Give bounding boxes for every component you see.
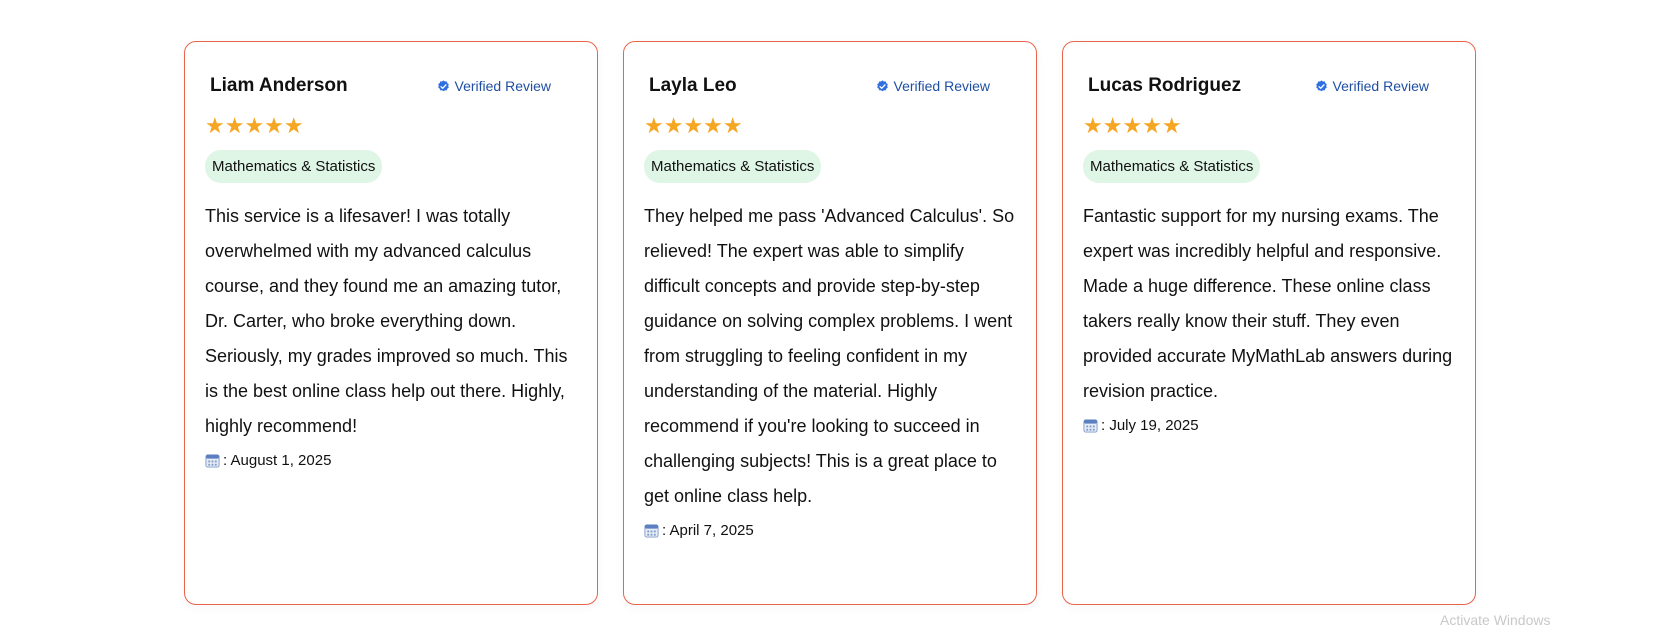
- reviewer-name: Layla Leo: [649, 75, 737, 96]
- verified-badge: Verified Review: [437, 78, 552, 94]
- verified-check-icon: [437, 79, 449, 91]
- review-date-text: : April 7, 2025: [662, 522, 754, 539]
- review-grid: Liam Anderson Verified Review ★★★★★ Math…: [184, 41, 1476, 605]
- calendar-icon: [205, 454, 220, 468]
- verified-label: Verified Review: [454, 78, 552, 94]
- verified-label: Verified Review: [1332, 78, 1430, 94]
- review-text: This service is a lifesaver! I was total…: [205, 206, 568, 436]
- review-date-text: : July 19, 2025: [1101, 417, 1199, 434]
- review-header: Lucas Rodriguez Verified Review: [1083, 63, 1455, 109]
- review-text: They helped me pass 'Advanced Calculus'.…: [644, 206, 1015, 506]
- star-rating: ★★★★★: [644, 113, 743, 138]
- star-rating: ★★★★★: [1083, 113, 1182, 138]
- verified-badge: Verified Review: [876, 78, 991, 94]
- review-date: : August 1, 2025: [205, 452, 577, 469]
- verified-check-icon: [876, 79, 888, 91]
- category-chip: Mathematics & Statistics: [205, 150, 383, 183]
- activation-watermark: Activate Windows: [1440, 612, 1551, 628]
- reviewer-name: Lucas Rodriguez: [1088, 75, 1242, 96]
- verified-label: Verified Review: [893, 78, 991, 94]
- review-card: Liam Anderson Verified Review ★★★★★ Math…: [184, 41, 598, 605]
- verified-badge: Verified Review: [1315, 78, 1430, 94]
- review-card: Layla Leo Verified Review ★★★★★ Mathemat…: [623, 41, 1037, 605]
- category-chip: Mathematics & Statistics: [644, 150, 822, 183]
- review-card: Lucas Rodriguez Verified Review ★★★★★ Ma…: [1062, 41, 1476, 605]
- verified-check-icon: [1315, 79, 1327, 91]
- reviewer-name: Liam Anderson: [210, 75, 348, 96]
- review-text: Fantastic support for my nursing exams. …: [1083, 206, 1453, 401]
- review-header: Liam Anderson Verified Review: [205, 63, 577, 109]
- star-rating: ★★★★★: [205, 113, 304, 138]
- category-chip: Mathematics & Statistics: [1083, 150, 1261, 183]
- review-date: : July 19, 2025: [1083, 417, 1455, 434]
- review-header: Layla Leo Verified Review: [644, 63, 1016, 109]
- calendar-icon: [1083, 419, 1098, 433]
- review-date-text: : August 1, 2025: [223, 452, 332, 469]
- review-date: : April 7, 2025: [644, 522, 1016, 539]
- calendar-icon: [644, 524, 659, 538]
